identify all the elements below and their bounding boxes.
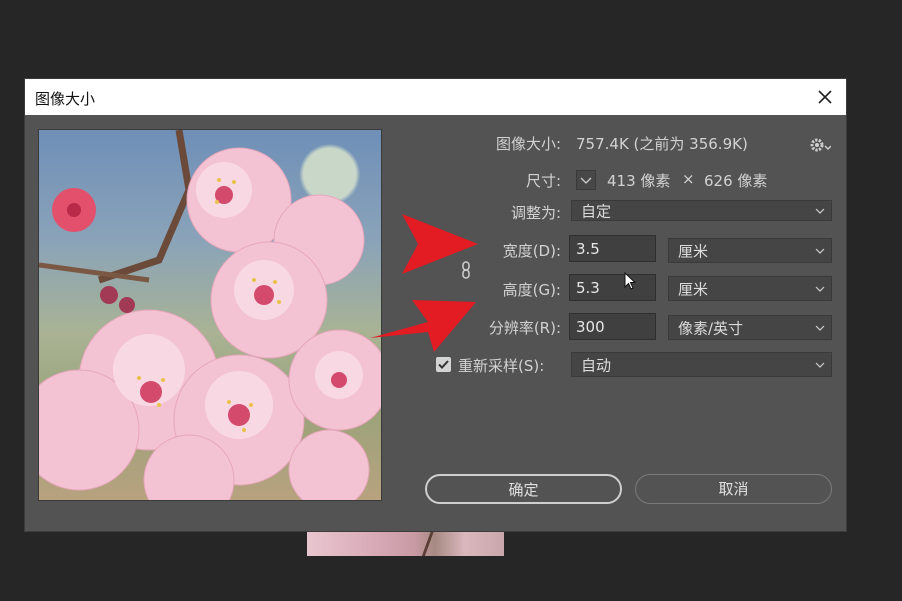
resolution-unit-value: 像素/英寸 (678, 319, 744, 337)
red-arrow-annotation-icon (370, 300, 476, 352)
height-pixels: 626 像素 (704, 172, 768, 190)
close-icon[interactable] (814, 86, 836, 108)
image-size-label: 图像大小: (495, 135, 561, 153)
mouse-cursor-icon (624, 272, 636, 290)
dialog-title: 图像大小 (35, 90, 96, 108)
image-size-value: 757.4K (之前为 356.9K) (576, 135, 748, 153)
resample-value: 自动 (581, 356, 612, 374)
resample-label: 重新采样(S): (458, 357, 545, 375)
chevron-down-icon (815, 248, 825, 254)
height-label: 高度(G): (502, 281, 561, 299)
fit-to-value: 自定 (581, 202, 612, 220)
height-unit-value: 厘米 (678, 280, 709, 298)
chevron-down-icon (815, 208, 825, 214)
resample-dropdown[interactable]: 自动 (571, 352, 832, 377)
height-unit-dropdown[interactable]: 厘米 (668, 276, 832, 301)
resolution-input[interactable] (569, 313, 656, 340)
chevron-down-icon (815, 362, 825, 368)
resolution-unit-dropdown[interactable]: 像素/英寸 (668, 315, 832, 340)
dialog-titlebar: 图像大小 (25, 79, 846, 115)
image-preview[interactable] (38, 129, 382, 501)
height-input[interactable] (569, 274, 656, 301)
ok-button[interactable]: 确定 (425, 474, 622, 504)
gear-icon[interactable] (809, 137, 831, 153)
canvas-image-peek (307, 528, 504, 556)
cherry-blossom-preview (39, 130, 381, 500)
width-unit-value: 厘米 (678, 242, 709, 260)
chevron-down-icon (815, 286, 825, 292)
red-arrow-annotation-icon (402, 214, 478, 274)
resolution-label: 分辨率(R): (488, 319, 561, 337)
width-input[interactable] (569, 235, 656, 262)
width-unit-dropdown[interactable]: 厘米 (668, 238, 832, 263)
width-pixels: 413 像素 (607, 172, 671, 190)
cancel-button[interactable]: 取消 (635, 474, 832, 504)
fit-to-dropdown[interactable]: 自定 (571, 200, 832, 221)
chevron-down-icon (580, 177, 592, 184)
dimensions-unit-toggle[interactable] (576, 170, 596, 190)
resample-checkbox[interactable] (436, 357, 451, 372)
checkmark-icon (438, 360, 449, 369)
chevron-down-icon (815, 325, 825, 331)
dimensions-label: 尺寸: (525, 172, 561, 190)
times-sign: × (682, 170, 695, 188)
